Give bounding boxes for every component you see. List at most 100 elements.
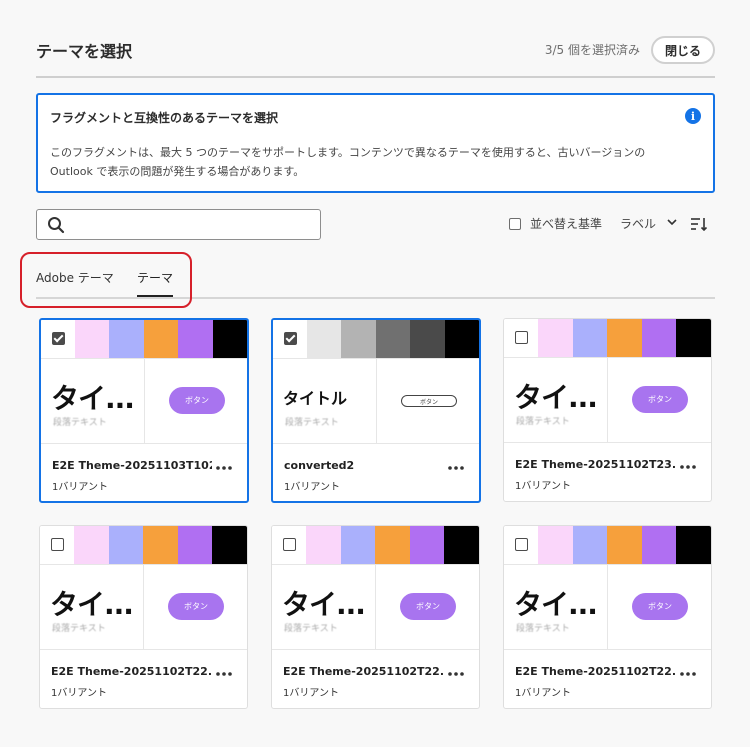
theme-card[interactable]: タイ... 段落テキスト ボタン E2E Theme-20251102T23..… xyxy=(503,318,712,502)
color-swatch xyxy=(410,320,445,358)
theme-checkbox[interactable] xyxy=(52,332,65,345)
preview-title: タイ... xyxy=(51,382,135,415)
more-options-icon[interactable] xyxy=(447,671,465,677)
color-swatch xyxy=(444,526,479,564)
preview-body-text: 段落テキスト xyxy=(53,418,107,428)
tabs-highlight-annotation xyxy=(20,252,192,308)
color-swatch xyxy=(538,319,573,357)
info-body: このフラグメントは、最大 5 つのテーマをサポートします。コンテンツで異なるテー… xyxy=(50,146,646,178)
sort-label: 並べ替え基準 xyxy=(530,217,603,231)
theme-variant-count: 1バリアント xyxy=(284,482,340,493)
preview-body-text: 段落テキスト xyxy=(285,418,339,428)
theme-name: E2E Theme-20251102T22... xyxy=(515,665,675,678)
color-swatch xyxy=(538,526,573,564)
theme-variant-count: 1バリアント xyxy=(52,482,108,493)
color-swatch xyxy=(641,526,677,564)
preview-body-text: 段落テキスト xyxy=(52,624,106,634)
preview-title: タイ... xyxy=(514,588,598,621)
selection-count: 3/5 個を選択済み xyxy=(544,43,640,57)
color-swatch xyxy=(375,320,411,358)
theme-variant-count: 1バリアント xyxy=(283,688,339,699)
header-divider xyxy=(36,76,715,78)
color-swatch xyxy=(572,526,608,564)
theme-preview: タイ... 段落テキスト ボタン xyxy=(504,564,711,650)
color-swatch xyxy=(109,320,144,358)
search-icon xyxy=(48,217,65,234)
color-swatch xyxy=(74,526,109,564)
color-swatch xyxy=(607,319,642,357)
theme-checkbox[interactable] xyxy=(51,538,64,551)
color-swatch xyxy=(641,319,677,357)
preview-button: ボタン xyxy=(632,593,688,620)
color-swatch xyxy=(340,526,376,564)
theme-preview: タイトル 段落テキスト ボタン xyxy=(273,358,479,444)
theme-checkbox[interactable] xyxy=(284,332,297,345)
theme-variant-count: 1バリアント xyxy=(515,481,571,492)
preview-body-text: 段落テキスト xyxy=(284,624,338,634)
more-options-icon[interactable] xyxy=(679,464,697,470)
color-swatch xyxy=(177,526,213,564)
theme-preview: タイ... 段落テキスト ボタン xyxy=(41,358,247,444)
chevron-down-icon[interactable] xyxy=(667,218,677,226)
more-options-icon[interactable] xyxy=(447,465,465,471)
search-input[interactable] xyxy=(73,213,313,236)
color-swatch xyxy=(409,526,445,564)
color-swatch xyxy=(307,320,342,358)
more-options-icon[interactable] xyxy=(679,671,697,677)
theme-name: E2E Theme-20251102T23... xyxy=(515,458,675,471)
color-swatch xyxy=(108,526,144,564)
preview-body-text: 段落テキスト xyxy=(516,417,570,427)
color-swatch xyxy=(676,526,711,564)
theme-name: converted2 xyxy=(284,459,355,472)
theme-variant-count: 1バリアント xyxy=(515,688,571,699)
color-swatch xyxy=(212,526,247,564)
color-swatches xyxy=(272,526,479,564)
color-swatches xyxy=(41,320,247,358)
info-icon[interactable]: i xyxy=(685,108,701,124)
sort-field-select[interactable]: ラベル xyxy=(620,215,656,232)
color-swatches xyxy=(40,526,247,564)
theme-card[interactable]: タイ... 段落テキスト ボタン E2E Theme-20251102T22..… xyxy=(39,525,248,709)
theme-preview: タイ... 段落テキスト ボタン xyxy=(40,564,247,650)
color-swatch xyxy=(143,320,179,358)
color-swatch xyxy=(375,526,410,564)
color-swatch xyxy=(341,320,376,358)
theme-checkbox[interactable] xyxy=(515,538,528,551)
color-swatch xyxy=(143,526,178,564)
close-button[interactable]: 閉じる xyxy=(651,36,715,64)
preview-button: ボタン xyxy=(632,386,688,413)
theme-checkbox[interactable] xyxy=(283,538,296,551)
theme-name: E2E Theme-20251103T102... xyxy=(52,459,212,472)
theme-card[interactable]: タイトル 段落テキスト ボタン converted2 1バリアント xyxy=(271,318,481,503)
theme-card[interactable]: タイ... 段落テキスト ボタン E2E Theme-20251103T102.… xyxy=(39,318,249,503)
preview-title: タイトル xyxy=(283,389,348,408)
page-title: テーマを選択 xyxy=(36,42,133,61)
theme-preview: タイ... 段落テキスト ボタン xyxy=(504,357,711,443)
color-swatch xyxy=(444,320,479,358)
more-options-icon[interactable] xyxy=(215,465,233,471)
sort-direction-icon[interactable] xyxy=(690,217,708,231)
theme-checkbox[interactable] xyxy=(515,331,528,344)
theme-preview: タイ... 段落テキスト ボタン xyxy=(272,564,479,650)
preview-button: ボタン xyxy=(401,395,457,407)
preview-button: ボタン xyxy=(168,593,224,620)
more-options-icon[interactable] xyxy=(215,671,233,677)
preview-title: タイ... xyxy=(514,381,598,414)
sort-checkbox[interactable] xyxy=(509,218,521,230)
preview-button: ボタン xyxy=(400,593,456,620)
search-field[interactable] xyxy=(36,209,321,240)
theme-name: E2E Theme-20251102T22... xyxy=(283,665,443,678)
color-swatch xyxy=(607,526,642,564)
color-swatches xyxy=(504,319,711,357)
theme-name: E2E Theme-20251102T22... xyxy=(51,665,211,678)
info-panel: フラグメントと互換性のあるテーマを選択 このフラグメントは、最大 5 つのテーマ… xyxy=(36,93,715,193)
theme-variant-count: 1バリアント xyxy=(51,688,107,699)
info-title: フラグメントと互換性のあるテーマを選択 xyxy=(50,111,279,125)
theme-card[interactable]: タイ... 段落テキスト ボタン E2E Theme-20251102T22..… xyxy=(271,525,480,709)
preview-title: タイ... xyxy=(282,588,366,621)
color-swatch xyxy=(75,320,110,358)
theme-card[interactable]: タイ... 段落テキスト ボタン E2E Theme-20251102T22..… xyxy=(503,525,712,709)
preview-button: ボタン xyxy=(169,387,225,414)
preview-body-text: 段落テキスト xyxy=(516,624,570,634)
color-swatches xyxy=(273,320,479,358)
